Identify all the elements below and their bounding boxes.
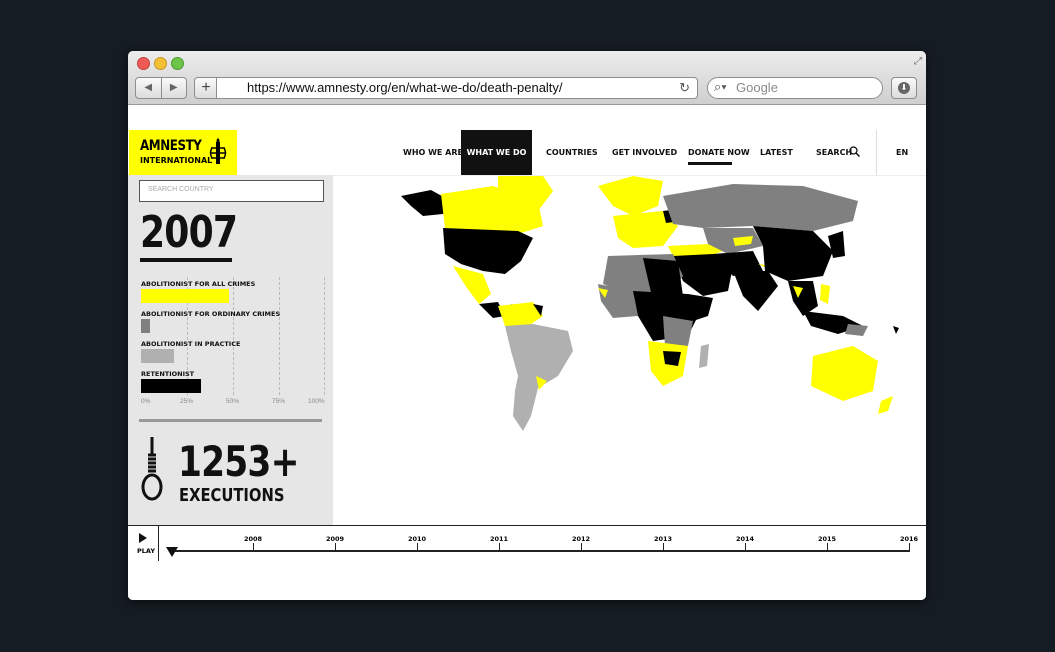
nav-get-involved[interactable]: GET INVOLVED [612, 130, 677, 175]
url-text[interactable]: https://www.amnesty.org/en/what-we-do/de… [247, 80, 563, 95]
timeline-year-2013[interactable]: 2013 [654, 535, 672, 543]
search-icon[interactable] [849, 146, 860, 157]
search-placeholder: Google [736, 80, 778, 95]
web-page: AMNESTY INTERNATIONAL WHO WE ARE WHAT WE… [128, 105, 926, 600]
sidebar-panel: SEARCH COUNTRY 2007 ABOLITIONIST FOR ALL… [128, 175, 333, 525]
category-label-all-crimes: ABOLITIONIST FOR ALL CRIMES [141, 280, 256, 288]
timeline-year-2015[interactable]: 2015 [818, 535, 836, 543]
timeline-tick-2013[interactable] [663, 543, 664, 550]
map-southeast-asia [788, 281, 818, 316]
country-search-placeholder: SEARCH COUNTRY [148, 186, 214, 193]
category-bar-ordinary-crimes[interactable] [141, 319, 151, 333]
category-bar-all-crimes[interactable] [141, 289, 229, 303]
map-russia [663, 184, 858, 231]
nav-who-we-are[interactable]: WHO WE ARE [403, 130, 463, 175]
browser-toolbar: ⤢ ◀ ▶ + https://www.amnesty.org/en/what-… [128, 51, 926, 105]
forward-button[interactable]: ▶ [162, 78, 187, 98]
map-mexico [453, 266, 491, 304]
play-button[interactable]: PLAY [128, 526, 159, 561]
scale-label-0: 0% [141, 398, 151, 405]
timeline-tick-2014[interactable] [745, 543, 746, 550]
executions-label: EXECUTIONS [179, 485, 285, 506]
timeline-tick-2011[interactable] [499, 543, 500, 550]
timeline-year-2014[interactable]: 2014 [736, 535, 754, 543]
play-label: PLAY [137, 547, 156, 555]
timeline-year-2008[interactable]: 2008 [244, 535, 262, 543]
world-map-svg[interactable] [333, 176, 926, 525]
timeline-track[interactable] [171, 550, 910, 552]
nav-countries[interactable]: COUNTRIES [546, 130, 598, 175]
history-buttons: ◀ ▶ [135, 77, 187, 99]
map-iceland-scandinavia [598, 176, 663, 216]
timeline-year-2011[interactable]: 2011 [490, 535, 508, 543]
search-field[interactable]: ⌕▾ Google [707, 77, 883, 99]
executions-count: 1253+ [178, 437, 299, 486]
map-east-africa [663, 316, 693, 346]
grid-line-75 [279, 277, 280, 395]
logo-text-international: INTERNATIONAL [140, 156, 213, 165]
timeline-year-2012[interactable]: 2012 [572, 535, 590, 543]
reload-icon[interactable]: ↻ [679, 80, 690, 96]
downloads-button[interactable]: ⬇ [891, 77, 917, 99]
timeline-year-2010[interactable]: 2010 [408, 535, 426, 543]
scale-label-100: 100% [308, 398, 325, 405]
minimize-window-button[interactable] [154, 57, 167, 70]
nav-divider [876, 130, 877, 175]
timeline-tick-2015[interactable] [827, 543, 828, 550]
map-philippines [820, 284, 830, 304]
category-bar-in-practice[interactable] [141, 349, 174, 363]
nav-what-we-do[interactable]: WHAT WE DO [461, 130, 532, 175]
selected-year: 2007 [140, 207, 238, 258]
language-selector[interactable]: EN [896, 130, 908, 175]
zoom-window-button[interactable] [171, 57, 184, 70]
map-madagascar [699, 344, 709, 368]
timeline-tick-2012[interactable] [581, 543, 582, 550]
address-bar[interactable]: https://www.amnesty.org/en/what-we-do/de… [216, 77, 698, 99]
grid-line-100 [324, 277, 325, 395]
noose-icon [141, 437, 163, 501]
sidebar-divider [139, 419, 322, 422]
timeline-year-2009[interactable]: 2009 [326, 535, 344, 543]
map-new-zealand [878, 396, 893, 414]
country-search-input[interactable]: SEARCH COUNTRY [139, 180, 324, 202]
grid-line-50 [233, 277, 234, 395]
map-papua [845, 324, 868, 336]
timeline-handle[interactable] [166, 547, 178, 557]
timeline-year-2016[interactable]: 2016 [900, 535, 918, 543]
search-icon[interactable]: ⌕▾ [714, 79, 727, 95]
logo-text-amnesty: AMNESTY [140, 138, 202, 154]
amnesty-logo[interactable]: AMNESTY INTERNATIONAL [129, 130, 237, 175]
donate-underline [688, 162, 732, 165]
nav-search[interactable]: SEARCH [816, 130, 852, 175]
download-icon: ⬇ [898, 82, 910, 94]
year-underline [140, 258, 232, 262]
year-timeline: PLAY 2008 2009 2010 2011 2012 2013 2014 2015 201… [128, 525, 926, 600]
category-label-in-practice: ABOLITIONIST IN PRACTICE [141, 340, 241, 348]
candle-icon [209, 138, 227, 164]
scale-label-75: 75% [272, 398, 286, 405]
category-bar-retentionist[interactable] [141, 379, 202, 393]
timeline-tick-2009[interactable] [335, 543, 336, 550]
play-icon [139, 533, 147, 543]
map-pacific [893, 326, 899, 334]
category-label-ordinary-crimes: ABOLITIONIST FOR ORDINARY CRIMES [141, 310, 281, 318]
add-bookmark-button[interactable]: + [194, 77, 218, 99]
close-window-button[interactable] [137, 57, 150, 70]
world-map[interactable]: + - [333, 176, 926, 525]
nav-latest[interactable]: LATEST [760, 130, 793, 175]
timeline-tick-2008[interactable] [253, 543, 254, 550]
map-zimbabwe [663, 351, 681, 366]
back-button[interactable]: ◀ [136, 78, 162, 98]
timeline-tick-2010[interactable] [417, 543, 418, 550]
category-label-retentionist: RETENTIONIST [141, 370, 195, 378]
browser-window: ⤢ ◀ ▶ + https://www.amnesty.org/en/what-… [128, 51, 926, 600]
map-india [733, 271, 778, 311]
scale-label-25: 25% [180, 398, 194, 405]
fullscreen-icon[interactable]: ⤢ [914, 56, 922, 67]
timeline-tick-2016[interactable] [909, 543, 910, 550]
map-australia [811, 346, 878, 401]
scale-label-50: 50% [226, 398, 240, 405]
nav-donate-now[interactable]: DONATE NOW [688, 130, 750, 175]
